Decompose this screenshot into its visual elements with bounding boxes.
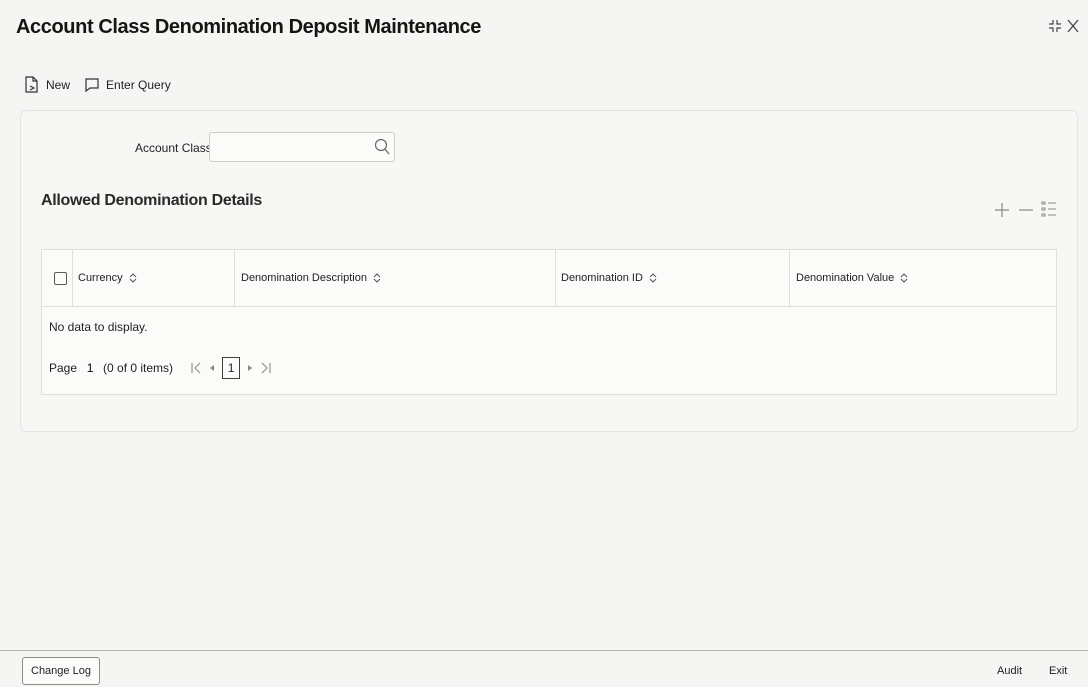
grid-actions <box>993 200 1057 220</box>
minimize-icon[interactable] <box>1048 19 1062 33</box>
account-class-input[interactable] <box>210 133 376 159</box>
main-panel: Account Class Allowed Denomination Detai… <box>20 110 1078 432</box>
toolbar: New Enter Query <box>24 76 171 94</box>
column-label: Denomination Description <box>241 272 367 284</box>
current-page[interactable]: 1 <box>222 357 241 379</box>
column-label: Currency <box>78 272 123 284</box>
pagination: Page (0 of 0 items) 1 <box>49 357 275 379</box>
exit-button[interactable]: Exit <box>1040 657 1076 685</box>
sort-icon[interactable] <box>373 273 381 283</box>
previous-page-icon[interactable] <box>208 361 216 375</box>
footer-divider <box>0 650 1088 651</box>
enter-query-button[interactable]: Enter Query <box>84 77 171 93</box>
page-label: Page <box>49 361 78 375</box>
empty-message: No data to display. <box>49 320 148 334</box>
column-label: Denomination Value <box>796 272 895 284</box>
single-view-icon[interactable] <box>1041 200 1057 220</box>
column-header-currency[interactable]: Currency <box>72 250 240 306</box>
column-label: Denomination ID <box>561 272 643 284</box>
sort-icon[interactable] <box>900 273 908 283</box>
page-title: Account Class Denomination Deposit Maint… <box>16 16 482 38</box>
account-class-label: Account Class <box>135 141 212 155</box>
column-header-denomination-description[interactable]: Denomination Description <box>234 250 562 306</box>
section-title: Allowed Denomination Details <box>41 192 262 209</box>
remove-row-icon[interactable] <box>1017 201 1035 219</box>
query-icon <box>85 78 99 93</box>
title-bar: Account Class Denomination Deposit Maint… <box>0 0 1088 58</box>
page-number-input[interactable] <box>79 357 102 379</box>
items-count: (0 of 0 items) <box>103 361 174 375</box>
first-page-icon[interactable] <box>190 361 202 375</box>
add-row-icon[interactable] <box>993 201 1011 219</box>
new-document-icon <box>25 76 38 93</box>
next-page-icon[interactable] <box>246 361 254 375</box>
window-controls <box>1048 18 1080 34</box>
sort-icon[interactable] <box>649 273 657 283</box>
audit-button[interactable]: Audit <box>988 657 1031 685</box>
column-header-denomination-value[interactable]: Denomination Value <box>789 250 1058 306</box>
grid-header: Currency Denomination Description Denomi… <box>42 250 1056 307</box>
column-header-denomination-id[interactable]: Denomination ID <box>555 250 795 306</box>
denomination-grid: Currency Denomination Description Denomi… <box>41 249 1057 395</box>
close-icon[interactable] <box>1066 18 1080 34</box>
select-all-cell <box>54 250 67 306</box>
new-label: New <box>46 78 71 92</box>
enter-query-label: Enter Query <box>106 78 171 92</box>
search-icon[interactable] <box>374 138 390 161</box>
sort-icon[interactable] <box>129 273 137 283</box>
change-log-button[interactable]: Change Log <box>22 657 100 685</box>
new-button[interactable]: New <box>24 76 70 94</box>
select-all-checkbox[interactable] <box>54 271 67 285</box>
account-class-field <box>209 132 395 162</box>
last-page-icon[interactable] <box>260 361 272 375</box>
